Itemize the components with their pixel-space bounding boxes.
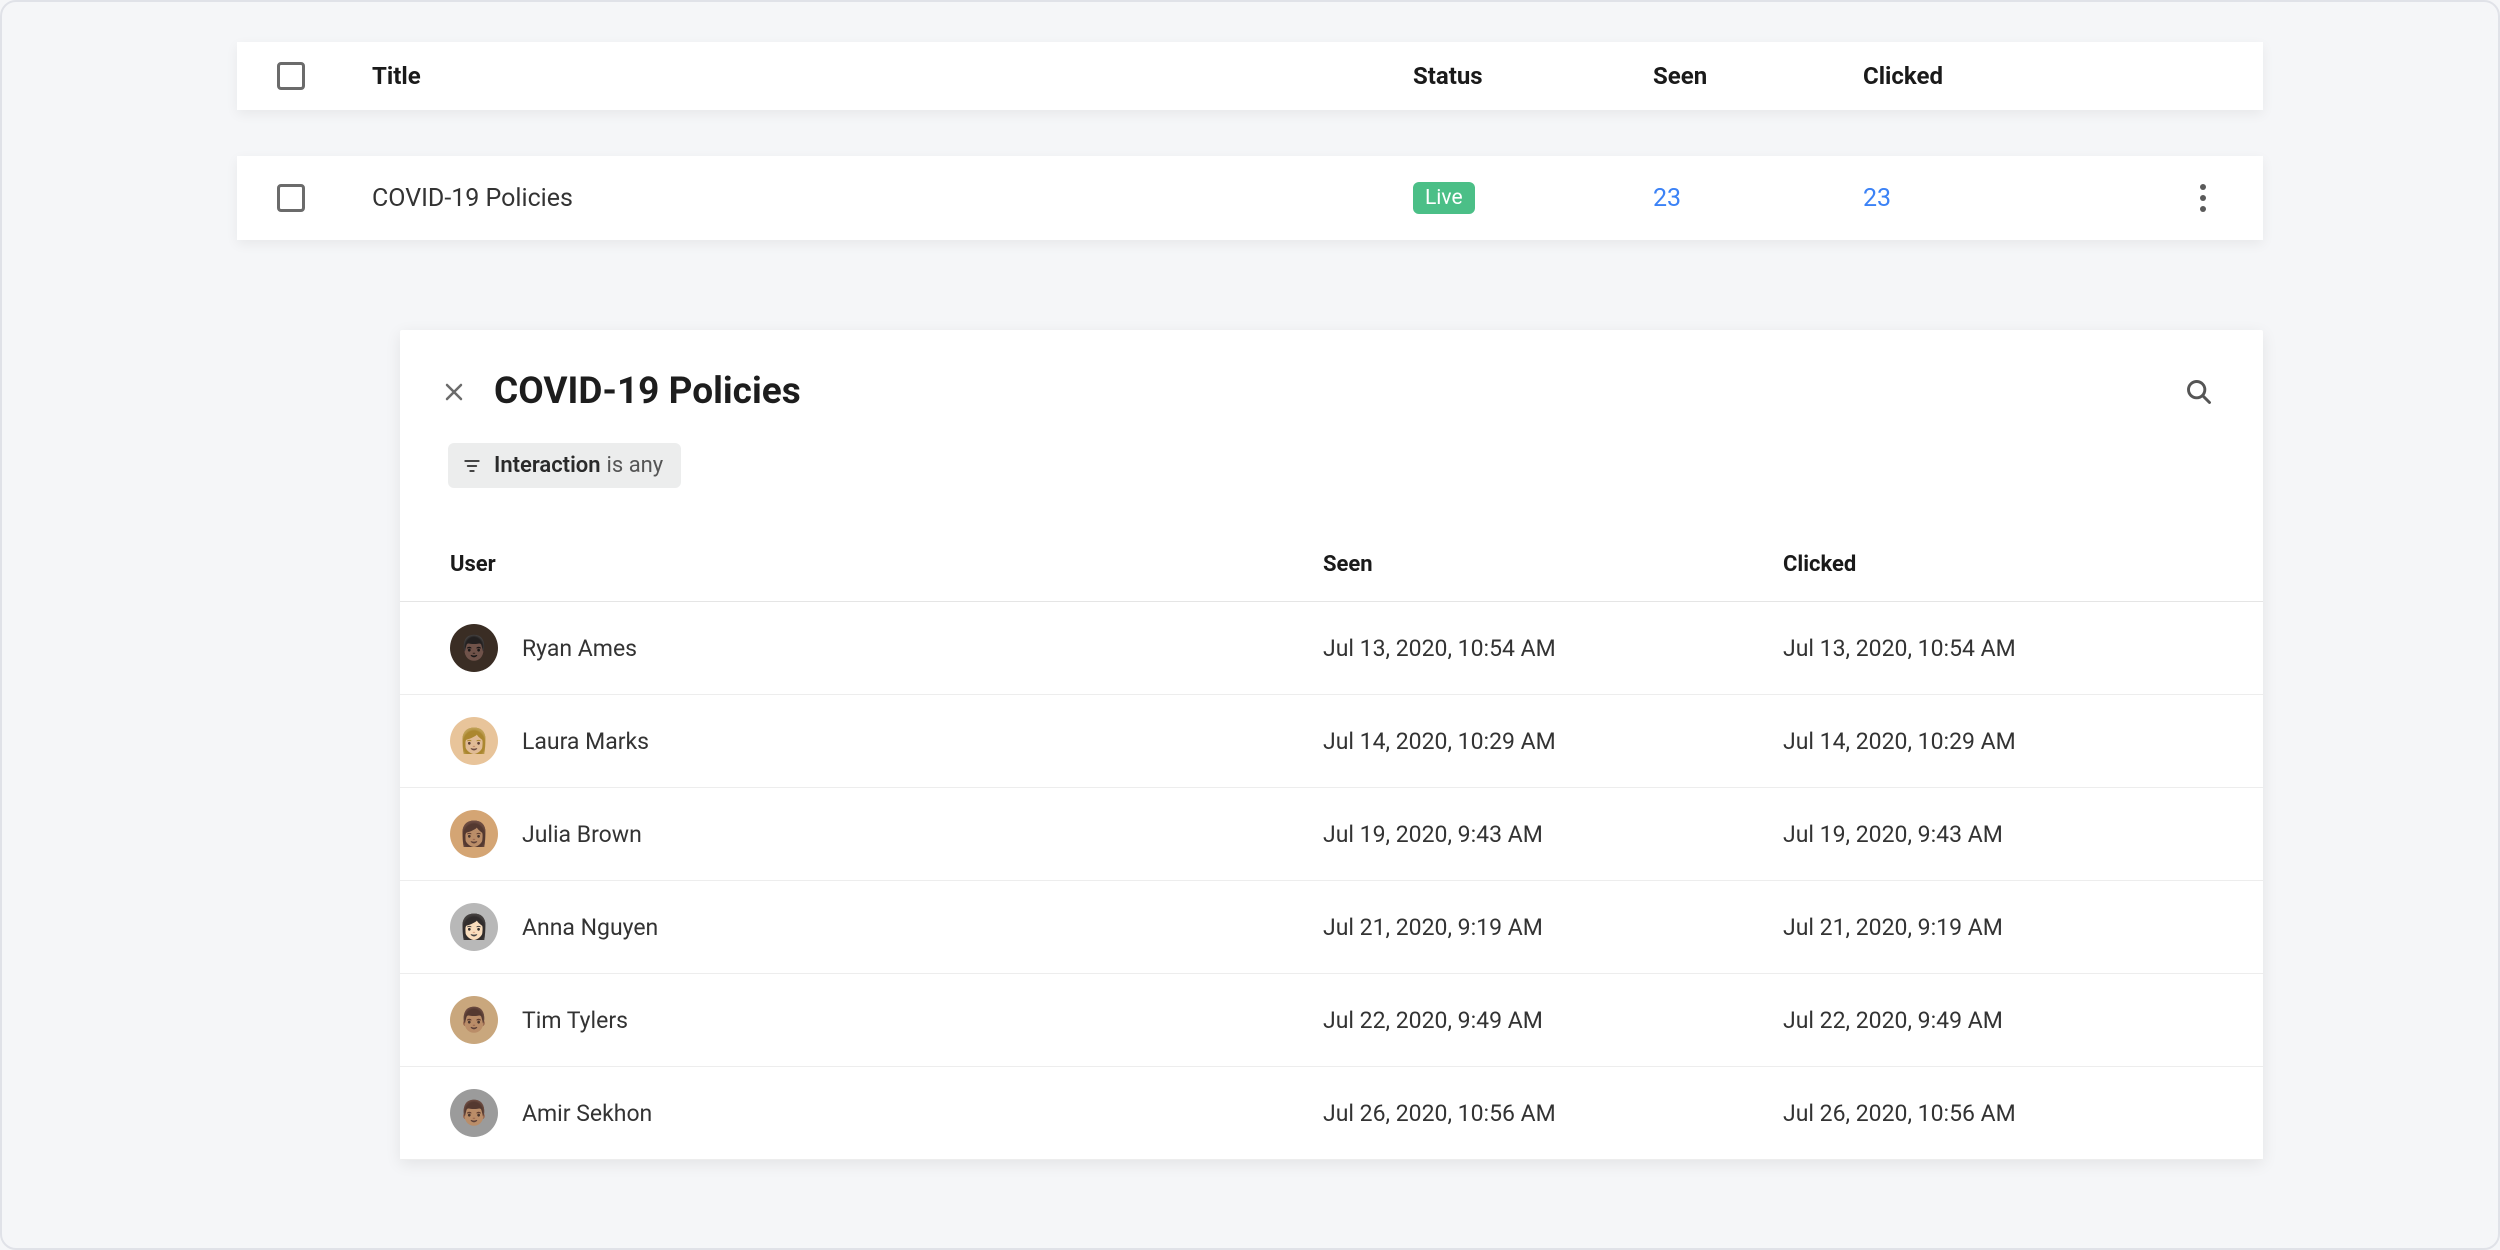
more-vertical-icon: [2200, 195, 2206, 201]
clicked-count-link[interactable]: 23: [1863, 184, 1891, 213]
clicked-cell: Jul 19, 2020, 9:43 AM: [1783, 821, 2213, 848]
search-icon: [2185, 378, 2213, 406]
header-seen: Seen: [1653, 62, 1863, 90]
filter-label: Interaction: [494, 453, 601, 478]
filter-icon: [462, 456, 482, 476]
clicked-cell: Jul 21, 2020, 9:19 AM: [1783, 914, 2213, 941]
detail-header-clicked: Clicked: [1783, 552, 2213, 577]
user-cell: 👨🏽 Amir Sekhon: [450, 1089, 1323, 1137]
user-cell: 👨🏿 Ryan Ames: [450, 624, 1323, 672]
header-clicked: Clicked: [1863, 62, 2183, 90]
close-button[interactable]: [442, 380, 466, 404]
clicked-cell: Jul 22, 2020, 9:49 AM: [1783, 1007, 2213, 1034]
header-title: Title: [372, 62, 1413, 90]
detail-row[interactable]: 👩🏻 Anna Nguyen Jul 21, 2020, 9:19 AMJul 21…: [400, 881, 2263, 974]
user-name: Julia Brown: [522, 821, 642, 848]
list-header: Title Status Seen Clicked: [237, 42, 2263, 110]
detail-header: COVID-19 Policies: [400, 330, 2263, 443]
avatar: 👨🏽: [450, 996, 498, 1044]
seen-count-link[interactable]: 23: [1653, 184, 1681, 213]
header-status: Status: [1413, 62, 1653, 90]
detail-row[interactable]: 👩🏽 Julia Brown Jul 19, 2020, 9:43 AMJul 19…: [400, 788, 2263, 881]
seen-cell: Jul 26, 2020, 10:56 AM: [1323, 1100, 1783, 1127]
clicked-cell: Jul 14, 2020, 10:29 AM: [1783, 728, 2213, 755]
detail-header-seen: Seen: [1323, 552, 1783, 577]
avatar: 👩🏼: [450, 717, 498, 765]
user-cell: 👩🏼 Laura Marks: [450, 717, 1323, 765]
user-name: Ryan Ames: [522, 635, 637, 662]
clicked-cell: Jul 26, 2020, 10:56 AM: [1783, 1100, 2213, 1127]
seen-cell: Jul 22, 2020, 9:49 AM: [1323, 1007, 1783, 1034]
user-cell: 👨🏽 Tim Tylers: [450, 996, 1323, 1044]
seen-cell: Jul 21, 2020, 9:19 AM: [1323, 914, 1783, 941]
row-more-button[interactable]: [2190, 185, 2216, 211]
avatar: 👨🏿: [450, 624, 498, 672]
search-button[interactable]: [2185, 378, 2213, 406]
user-name: Anna Nguyen: [522, 914, 658, 941]
status-badge: Live: [1413, 182, 1475, 214]
detail-panel: COVID-19 Policies Interaction is any Use…: [400, 330, 2263, 1160]
avatar: 👨🏽: [450, 1089, 498, 1137]
filter-chip[interactable]: Interaction is any: [448, 443, 681, 488]
seen-cell: Jul 19, 2020, 9:43 AM: [1323, 821, 1783, 848]
detail-header-user: User: [450, 552, 1323, 577]
user-cell: 👩🏻 Anna Nguyen: [450, 903, 1323, 951]
seen-cell: Jul 13, 2020, 10:54 AM: [1323, 635, 1783, 662]
detail-row[interactable]: 👨🏽 Amir Sekhon Jul 26, 2020, 10:56 AMJul 2…: [400, 1067, 2263, 1160]
user-name: Tim Tylers: [522, 1007, 628, 1034]
clicked-cell: Jul 13, 2020, 10:54 AM: [1783, 635, 2213, 662]
detail-table-header: User Seen Clicked: [400, 538, 2263, 602]
list-row[interactable]: COVID-19 Policies Live 23 23: [237, 156, 2263, 240]
detail-title: COVID-19 Policies: [494, 370, 2185, 413]
detail-row[interactable]: 👨🏿 Ryan Ames Jul 13, 2020, 10:54 AMJul 13,…: [400, 602, 2263, 695]
close-icon: [442, 380, 466, 404]
select-all-checkbox[interactable]: [277, 62, 305, 90]
avatar: 👩🏽: [450, 810, 498, 858]
user-name: Amir Sekhon: [522, 1100, 652, 1127]
user-cell: 👩🏽 Julia Brown: [450, 810, 1323, 858]
filter-value: is any: [607, 453, 664, 478]
detail-row[interactable]: 👨🏽 Tim Tylers Jul 22, 2020, 9:49 AMJul 22,…: [400, 974, 2263, 1067]
row-title: COVID-19 Policies: [372, 184, 1413, 213]
seen-cell: Jul 14, 2020, 10:29 AM: [1323, 728, 1783, 755]
detail-row[interactable]: 👩🏼 Laura Marks Jul 14, 2020, 10:29 AMJul 1…: [400, 695, 2263, 788]
row-checkbox[interactable]: [277, 184, 305, 212]
avatar: 👩🏻: [450, 903, 498, 951]
user-name: Laura Marks: [522, 728, 649, 755]
